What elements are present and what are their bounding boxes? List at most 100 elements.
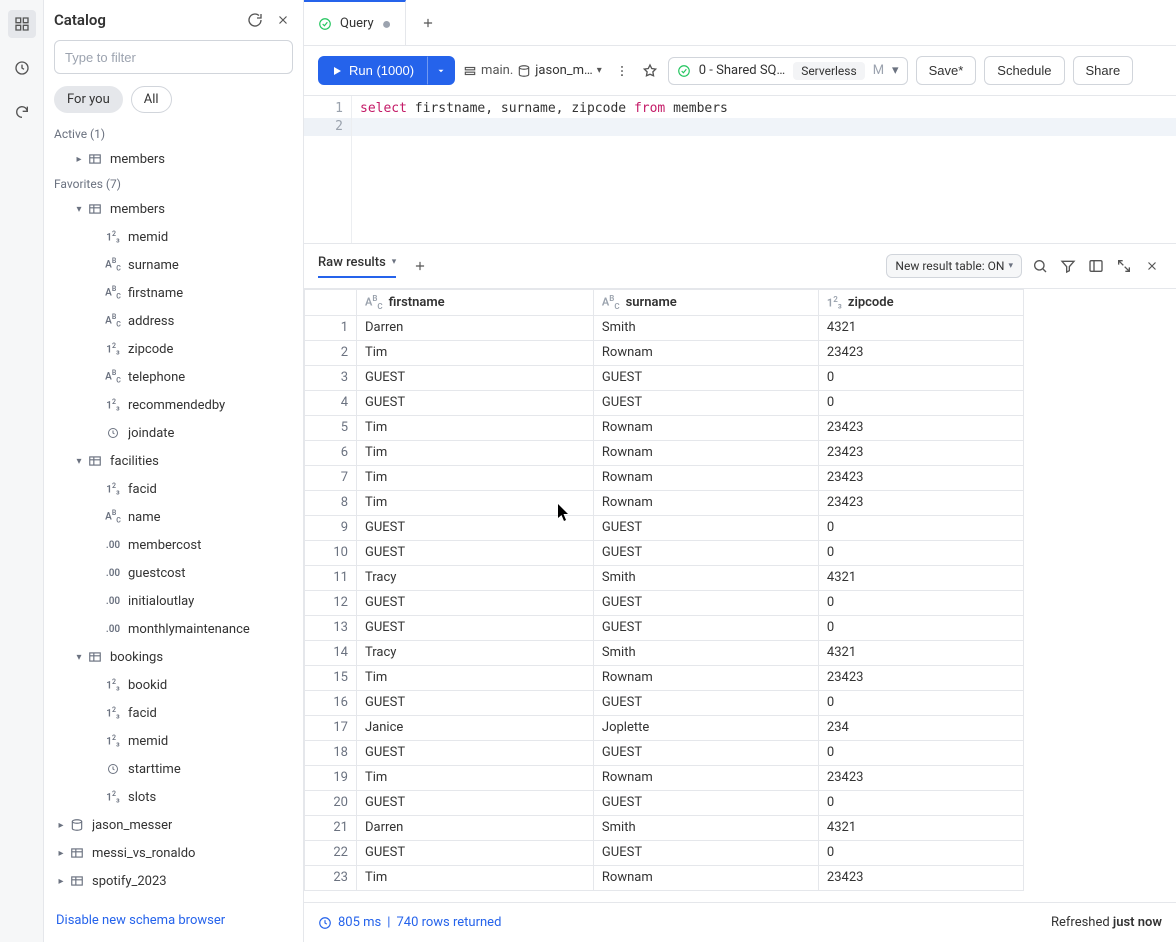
tree-item[interactable]: 12₃facid [44, 699, 303, 727]
cell-zipcode[interactable]: 23423 [818, 340, 1023, 365]
tree-item[interactable]: .00guestcost [44, 559, 303, 587]
cell-firstname[interactable]: GUEST [357, 390, 594, 415]
chevron-right-icon[interactable]: ▸ [72, 154, 86, 165]
table-row[interactable]: 7TimRownam23423 [305, 465, 1024, 490]
chevron-right-icon[interactable]: ▸ [54, 876, 68, 887]
cell-zipcode[interactable]: 23423 [818, 415, 1023, 440]
tree-item[interactable]: ▾facilities [44, 447, 303, 475]
cell-firstname[interactable]: Tim [357, 665, 594, 690]
save-button[interactable]: Save* [916, 56, 977, 85]
tree-item[interactable]: ▸jason_messer [44, 811, 303, 839]
table-row[interactable]: 18GUESTGUEST0 [305, 740, 1024, 765]
cell-firstname[interactable]: Tim [357, 340, 594, 365]
column-header[interactable]: 12₃zipcode [818, 290, 1023, 316]
cell-surname[interactable]: Rownam [593, 340, 818, 365]
cell-zipcode[interactable]: 4321 [818, 315, 1023, 340]
filter-results-icon[interactable] [1058, 256, 1078, 276]
cell-surname[interactable]: Smith [593, 565, 818, 590]
run-dropdown-button[interactable] [427, 56, 455, 85]
cell-surname[interactable]: Smith [593, 815, 818, 840]
column-header[interactable]: ABCfirstname [357, 290, 594, 316]
cell-zipcode[interactable]: 0 [818, 615, 1023, 640]
schedule-button[interactable]: Schedule [984, 56, 1064, 85]
cell-firstname[interactable]: Tim [357, 440, 594, 465]
cell-zipcode[interactable]: 4321 [818, 565, 1023, 590]
toggle-panel-icon[interactable] [1086, 256, 1106, 276]
cell-firstname[interactable]: Tim [357, 765, 594, 790]
cell-surname[interactable]: GUEST [593, 615, 818, 640]
cell-zipcode[interactable]: 0 [818, 590, 1023, 615]
tree-item[interactable]: .00membercost [44, 531, 303, 559]
cell-zipcode[interactable]: 23423 [818, 465, 1023, 490]
table-row[interactable]: 11TracySmith4321 [305, 565, 1024, 590]
table-row[interactable]: 17JaniceJoplette234 [305, 715, 1024, 740]
cell-surname[interactable]: GUEST [593, 840, 818, 865]
cell-surname[interactable]: GUEST [593, 690, 818, 715]
cell-firstname[interactable]: Tracy [357, 565, 594, 590]
tree-item[interactable]: 12₃recommendedby [44, 391, 303, 419]
cell-surname[interactable]: Rownam [593, 490, 818, 515]
schema-selector[interactable]: main. jason_m… ▾ [463, 63, 602, 78]
cell-surname[interactable]: Rownam [593, 665, 818, 690]
tree-item[interactable]: ▾bookings [44, 643, 303, 671]
tree-item[interactable]: 12₃memid [44, 223, 303, 251]
cell-zipcode[interactable]: 0 [818, 740, 1023, 765]
share-button[interactable]: Share [1073, 56, 1134, 85]
table-row[interactable]: 21DarrenSmith4321 [305, 815, 1024, 840]
tree-item[interactable]: ABCfirstname [44, 279, 303, 307]
run-button[interactable]: Run (1000) [318, 56, 427, 85]
cell-firstname[interactable]: Tim [357, 415, 594, 440]
cell-surname[interactable]: Smith [593, 640, 818, 665]
chevron-down-icon[interactable]: ▾ [72, 652, 86, 663]
cell-zipcode[interactable]: 0 [818, 515, 1023, 540]
cell-zipcode[interactable]: 23423 [818, 665, 1023, 690]
cell-zipcode[interactable]: 0 [818, 840, 1023, 865]
cell-zipcode[interactable]: 0 [818, 790, 1023, 815]
expand-icon[interactable] [1114, 256, 1134, 276]
cell-surname[interactable]: Smith [593, 315, 818, 340]
tree-item[interactable]: 12₃slots [44, 783, 303, 811]
refresh-icon[interactable] [245, 10, 265, 30]
tree-item[interactable]: 12₃bookid [44, 671, 303, 699]
tree-item[interactable]: .00initialoutlay [44, 587, 303, 615]
cell-surname[interactable]: GUEST [593, 790, 818, 815]
cell-surname[interactable]: Rownam [593, 865, 818, 890]
cell-surname[interactable]: Rownam [593, 415, 818, 440]
cell-firstname[interactable]: Tim [357, 865, 594, 890]
cell-surname[interactable]: Rownam [593, 440, 818, 465]
tree-item[interactable]: 12₃zipcode [44, 335, 303, 363]
tree-item[interactable]: ABCtelephone [44, 363, 303, 391]
cell-firstname[interactable]: Tim [357, 490, 594, 515]
table-row[interactable]: 1DarrenSmith4321 [305, 315, 1024, 340]
table-row[interactable]: 22GUESTGUEST0 [305, 840, 1024, 865]
chevron-right-icon[interactable]: ▸ [54, 848, 68, 859]
cell-zipcode[interactable]: 4321 [818, 815, 1023, 840]
star-icon[interactable] [640, 61, 660, 81]
filter-input[interactable] [54, 40, 293, 74]
tree-item[interactable]: joindate [44, 419, 303, 447]
tab-query[interactable]: Query ● [304, 0, 406, 45]
warehouse-selector[interactable]: 0 - Shared SQ… Serverless M ▾ [668, 57, 908, 85]
cell-surname[interactable]: GUEST [593, 740, 818, 765]
table-row[interactable]: 20GUESTGUEST0 [305, 790, 1024, 815]
tree-item[interactable]: 12₃memid [44, 727, 303, 755]
new-tab-button[interactable] [406, 0, 450, 45]
cell-surname[interactable]: GUEST [593, 590, 818, 615]
editor-code[interactable]: select firstname, surname, zipcode from … [352, 96, 1176, 243]
cell-firstname[interactable]: Darren [357, 315, 594, 340]
chevron-down-icon[interactable]: ▾ [72, 456, 86, 467]
results-tab-raw[interactable]: Raw results ▾ [318, 255, 396, 278]
tree-item[interactable]: ABCname [44, 503, 303, 531]
cell-firstname[interactable]: GUEST [357, 790, 594, 815]
table-row[interactable]: 15TimRownam23423 [305, 665, 1024, 690]
cell-firstname[interactable]: GUEST [357, 690, 594, 715]
tree-item[interactable]: 12₃facid [44, 475, 303, 503]
tree-item[interactable]: ▾members [44, 195, 303, 223]
tree-item[interactable]: ABCaddress [44, 307, 303, 335]
result-table-toggle[interactable]: New result table: ON ▾ [886, 254, 1022, 278]
tree-item[interactable]: ▸diamonds [44, 895, 303, 903]
cell-firstname[interactable]: GUEST [357, 515, 594, 540]
chevron-right-icon[interactable]: ▸ [54, 820, 68, 831]
disable-schema-browser-link[interactable]: Disable new schema browser [56, 913, 225, 928]
cell-firstname[interactable]: GUEST [357, 740, 594, 765]
